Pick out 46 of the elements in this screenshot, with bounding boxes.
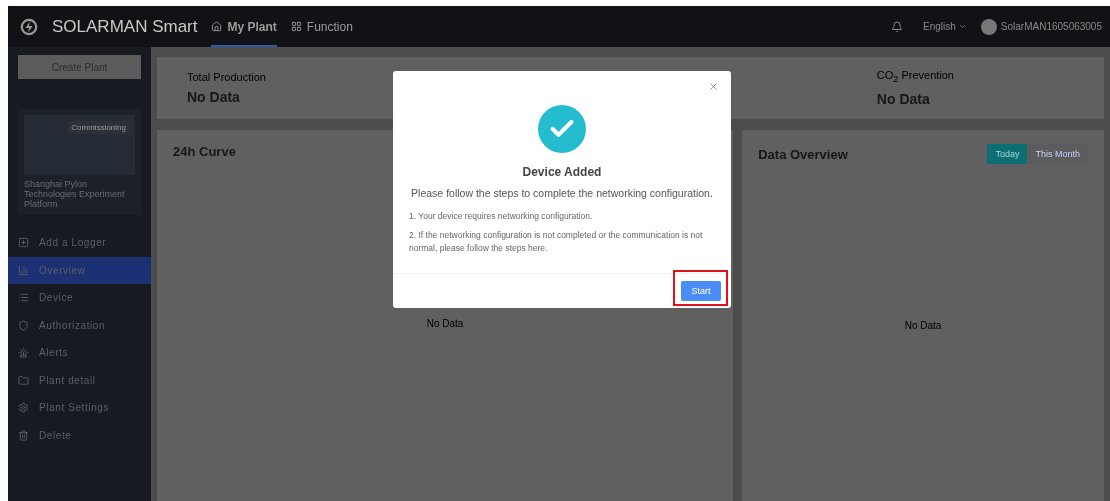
avatar-circle[interactable] <box>980 18 997 35</box>
sidebar-item[interactable]: Add a Logger <box>8 229 151 257</box>
logo-icon <box>20 17 38 36</box>
stat-value: No Data <box>876 90 931 107</box>
chevron-down-icon <box>957 22 967 31</box>
sidebar-item[interactable]: Authorization <box>8 311 151 339</box>
sidebar-item[interactable]: Plant Settings <box>8 394 151 422</box>
language-selector[interactable]: English <box>923 21 967 32</box>
stat-label: CO$_{2}$ Prevention <box>876 69 954 85</box>
brand-name: SOLARMAN Smart <box>52 16 198 37</box>
period-tab[interactable]: Today <box>987 144 1028 164</box>
sidebar-item[interactable]: Alerts <box>8 339 151 367</box>
plant-card[interactable]: Commissioning Shanghai Pylon Technologies Experiment Platform <box>18 109 141 215</box>
siren-icon <box>18 347 29 359</box>
status-badge: Commissioning <box>68 121 129 134</box>
success-check-icon <box>538 105 586 153</box>
plus-square-icon <box>18 237 29 249</box>
user-name[interactable]: SolarMAN1605063005 <box>1000 21 1102 32</box>
dialog-title: Device Added <box>522 165 602 179</box>
stat-label: Total Production <box>187 71 266 83</box>
step-text: 1. Your device requires networking configuration. <box>409 210 594 223</box>
bar-chart-icon <box>18 264 29 276</box>
home-icon <box>211 21 223 32</box>
dialog-subtitle: Please follow the steps to complete the networking configuration. <box>411 187 713 199</box>
list-icon <box>18 292 29 304</box>
nav-tab[interactable]: Function <box>290 6 353 47</box>
trash-icon <box>18 429 29 441</box>
sidebar-item[interactable]: Delete <box>8 421 151 449</box>
start-button[interactable]: Start <box>681 281 721 301</box>
empty-message: No Data <box>426 317 464 329</box>
panel-title: 24h Curve <box>173 144 236 159</box>
bell-icon[interactable] <box>891 20 903 33</box>
panel-title: Data Overview <box>758 146 848 162</box>
folder-icon <box>18 374 29 386</box>
period-tab[interactable]: This Month <box>1027 144 1088 164</box>
stat-value: No Data <box>187 89 241 105</box>
sidebar-item[interactable]: Overview <box>8 256 151 284</box>
shield-icon <box>18 319 29 331</box>
sidebar-item[interactable]: Plant detail <box>8 366 151 394</box>
step-text: 2. If the networking configuration is not completed or the communication is not normal, please follow the steps here. <box>409 229 704 255</box>
settings-icon <box>18 402 29 414</box>
grid-icon <box>290 21 302 32</box>
empty-message: No Data <box>904 320 942 331</box>
sidebar-item[interactable]: Device <box>8 284 151 312</box>
plant-name: Shanghai Pylon Technologies Experiment Platform <box>24 179 126 209</box>
close-icon <box>708 81 719 92</box>
